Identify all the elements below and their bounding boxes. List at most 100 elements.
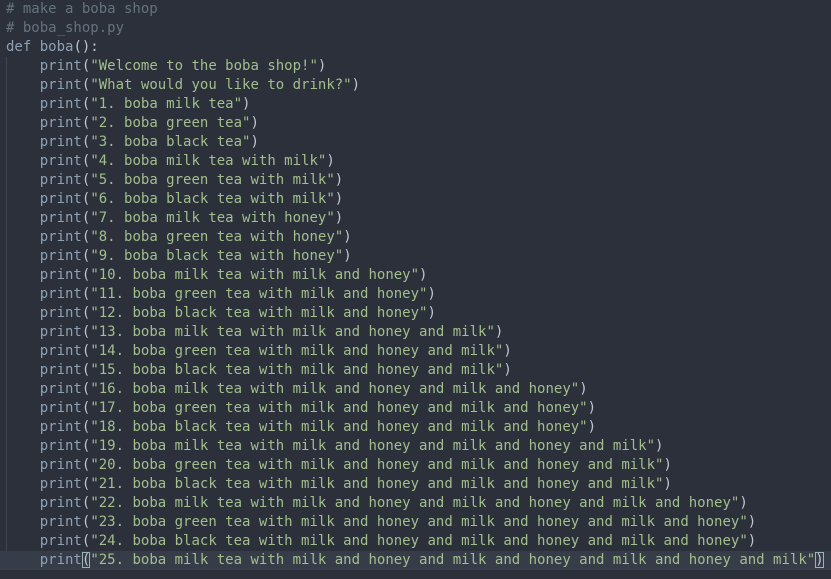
code-line: print("13. boba milk tea with milk and h… <box>6 323 831 342</box>
print-call: print <box>39 362 82 378</box>
code-line: print("5. boba green tea with milk") <box>6 171 831 190</box>
code-line: print("16. boba milk tea with milk and h… <box>6 380 831 399</box>
close-paren: ) <box>242 96 251 112</box>
string-literal: "1. boba milk tea" <box>90 96 243 112</box>
close-paren: ) <box>326 153 335 169</box>
string-literal: "6. boba black tea with milk" <box>90 191 335 207</box>
close-paren: ) <box>503 343 512 359</box>
string-literal: "Welcome to the boba shop!" <box>90 58 318 74</box>
print-call: print <box>39 419 82 435</box>
print-call: print <box>39 286 82 302</box>
code-line: # boba_shop.py <box>6 19 831 38</box>
code-line: print("25. boba milk tea with milk and h… <box>0 551 831 570</box>
print-call: print <box>39 343 82 359</box>
code-line: print("14. boba green tea with milk and … <box>6 342 831 361</box>
code-line: print("17. boba green tea with milk and … <box>6 399 831 418</box>
code-line: print("Welcome to the boba shop!") <box>6 57 831 76</box>
print-call: print <box>39 77 82 93</box>
code-line: print("21. boba black tea with milk and … <box>6 475 831 494</box>
close-paren: ) <box>815 552 824 568</box>
print-call: print <box>39 552 82 568</box>
print-call: print <box>39 172 82 188</box>
close-paren: ) <box>351 77 361 93</box>
code-line: print("What would you like to drink?") <box>6 76 831 95</box>
code-line: print("7. boba milk tea with honey") <box>6 209 831 228</box>
print-call: print <box>39 533 82 549</box>
close-paren: ) <box>655 438 664 454</box>
string-literal: "19. boba milk tea with milk and honey a… <box>90 438 656 454</box>
close-paren: ) <box>317 58 327 74</box>
string-literal: "2. boba green tea" <box>90 115 251 131</box>
string-literal: "5. boba green tea with milk" <box>90 172 335 188</box>
close-paren: ) <box>587 400 597 416</box>
print-call: print <box>39 476 82 492</box>
string-literal: "21. boba black tea with milk and honey … <box>90 476 664 492</box>
close-paren: ) <box>250 134 259 150</box>
close-paren: ) <box>663 476 672 492</box>
string-literal: "11. boba green tea with milk and honey" <box>90 286 428 302</box>
code-line: print("10. boba milk tea with milk and h… <box>6 266 831 285</box>
code-line: print("2. boba green tea") <box>6 114 831 133</box>
close-paren: ) <box>587 419 597 435</box>
string-literal: "What would you like to drink?" <box>90 77 352 93</box>
code-line: def boba(): <box>6 38 831 57</box>
string-literal: "7. boba milk tea with honey" <box>90 210 335 226</box>
punctuation: (): <box>73 39 99 55</box>
print-call: print <box>39 438 82 454</box>
code-editor[interactable]: # make a boba shop # boba_shop.py def bo… <box>0 0 831 570</box>
print-call: print <box>39 495 82 511</box>
code-line: print("11. boba green tea with milk and … <box>6 285 831 304</box>
print-call: print <box>39 96 82 112</box>
close-paren: ) <box>427 305 436 321</box>
close-paren: ) <box>334 172 344 188</box>
print-call: print <box>39 58 82 74</box>
close-paren: ) <box>747 533 757 549</box>
string-literal: "13. boba milk tea with milk and honey a… <box>90 324 495 340</box>
close-paren: ) <box>250 115 259 131</box>
close-paren: ) <box>579 381 588 397</box>
string-literal: "9. boba black tea with honey" <box>90 248 344 264</box>
close-paren: ) <box>343 229 352 245</box>
print-call: print <box>39 514 82 530</box>
print-call: print <box>39 305 82 321</box>
close-paren: ) <box>419 267 428 283</box>
print-call: print <box>39 191 82 207</box>
print-call: print <box>39 400 82 416</box>
code-line: # make a boba shop <box>6 0 831 19</box>
code-line: print("24. boba black tea with milk and … <box>6 532 831 551</box>
code-line: print("20. boba green tea with milk and … <box>6 456 831 475</box>
string-literal: "12. boba black tea with milk and honey" <box>90 305 428 321</box>
print-call: print <box>39 134 82 150</box>
def-keyword: def <box>6 39 32 55</box>
code-line: print("9. boba black tea with honey") <box>6 247 831 266</box>
code-line: print("8. boba green tea with honey") <box>6 228 831 247</box>
close-paren: ) <box>334 210 344 226</box>
code-line: print("22. boba milk tea with milk and h… <box>6 494 831 513</box>
code-line: print("6. boba black tea with milk") <box>6 190 831 209</box>
code-line: print("12. boba black tea with milk and … <box>6 304 831 323</box>
close-paren: ) <box>739 495 748 511</box>
print-call: print <box>39 248 82 264</box>
print-call: print <box>39 229 82 245</box>
close-paren: ) <box>663 457 672 473</box>
close-paren: ) <box>494 324 504 340</box>
print-call: print <box>39 381 82 397</box>
code-line: print("1. boba milk tea") <box>6 95 831 114</box>
code-line: print("4. boba milk tea with milk") <box>6 152 831 171</box>
string-literal: "10. boba milk tea with milk and honey" <box>90 267 420 283</box>
string-literal: "17. boba green tea with milk and honey … <box>90 400 588 416</box>
print-call: print <box>39 153 82 169</box>
string-literal: "22. boba milk tea with milk and honey a… <box>90 495 740 511</box>
close-paren: ) <box>747 514 757 530</box>
comment: # make a boba shop <box>6 1 158 17</box>
function-name: boba <box>39 39 74 55</box>
code-line: print("19. boba milk tea with milk and h… <box>6 437 831 456</box>
string-literal: "15. boba black tea with milk and honey … <box>90 362 504 378</box>
string-literal: "3. boba black tea" <box>90 134 251 150</box>
code-line: print("3. boba black tea") <box>6 133 831 152</box>
string-literal: "14. boba green tea with milk and honey … <box>90 343 504 359</box>
string-literal: "25. boba milk tea with milk and honey a… <box>90 552 816 568</box>
print-call: print <box>39 210 82 226</box>
string-literal: "24. boba black tea with milk and honey … <box>90 533 748 549</box>
string-literal: "23. boba green tea with milk and honey … <box>90 514 748 530</box>
